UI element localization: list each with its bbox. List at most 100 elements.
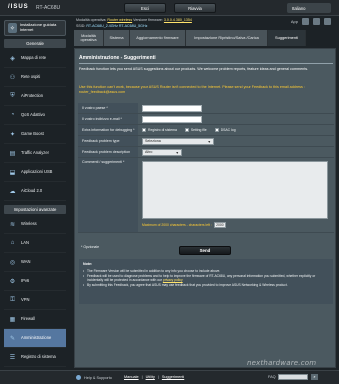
utility-link[interactable]: Utility: [146, 375, 155, 379]
sidebar-item-lan[interactable]: ⌂ LAN: [4, 234, 66, 253]
faq-label: FAQ: [268, 375, 276, 379]
help-icon: [76, 375, 81, 380]
tab-sistema[interactable]: Sistema: [104, 30, 130, 46]
aicloud-icon: ☁: [9, 188, 16, 195]
lan-icon: ⌂: [10, 240, 15, 246]
sidebar-item-game-boost[interactable]: ✦ Game Boost: [4, 125, 66, 144]
firewall-icon: ▦: [9, 316, 16, 323]
sidebar-item-guest-network[interactable]: ⚇ Rete ospiti: [4, 68, 66, 87]
tab-impostazione-ripristino-salva-carica[interactable]: Impostazione Ripristino/Salva /Carica: [186, 30, 268, 46]
sidebar-item-label: Applicazioni USB: [21, 168, 53, 174]
sidebar: ✧ Installazione guidata Internet General…: [0, 18, 69, 380]
send-button[interactable]: Send: [179, 246, 231, 255]
problem-desc-select[interactable]: Altro ▼: [142, 148, 182, 156]
manual-link[interactable]: Manuale: [124, 375, 139, 379]
language-selector[interactable]: Italiano: [287, 3, 331, 13]
reboot-button[interactable]: Riavvia: [174, 3, 216, 13]
debug-option-label: DSAC log: [220, 128, 236, 132]
sidebar-item-administration[interactable]: ✎ Amministrazione: [4, 329, 66, 348]
qos-icon: ◔: [10, 112, 15, 118]
ssid-label: SSID:: [76, 23, 86, 28]
chevron-down-icon: ▼: [207, 139, 211, 144]
sidebar-item-vpn[interactable]: ⚿ VPN: [4, 291, 66, 310]
sidebar-item-wireless[interactable]: ≋ Wireless: [4, 215, 66, 234]
sidebar-item-aicloud[interactable]: ☁ AiCloud 2.0: [4, 182, 66, 201]
page-description: Feedback function lets you send ASUS sug…: [79, 67, 309, 71]
ipv6-icon: ⚙: [9, 278, 16, 285]
debug-option-label: Registro di sistema: [148, 128, 177, 132]
title-divider: [79, 63, 333, 64]
search-icon[interactable]: ⌕: [311, 374, 318, 380]
type-row: Feedback problem type Seleziona ▼: [78, 136, 334, 147]
sidebar-item-label: Mappa di rete: [21, 54, 47, 60]
debug-option-checkbox[interactable]: Registro di sistema: [142, 128, 177, 132]
page-title: Amministrazione - Suggerimenti: [79, 55, 156, 61]
tab-aggiornamento-firmware[interactable]: Aggiornamento firmware: [130, 30, 186, 46]
sidebar-item-system-log[interactable]: ☰ Registro di sistema: [4, 348, 66, 367]
mode-label: Modalità operativa:: [76, 18, 107, 22]
sidebar-item-label: WAN: [21, 258, 31, 264]
guest-network-icon: ⚇: [9, 74, 16, 81]
firmware-link[interactable]: 3.0.0.4.380_1354: [164, 18, 192, 22]
sidebar-item-label: IPv6: [21, 277, 30, 283]
email-input[interactable]: [142, 115, 202, 123]
sidebar-item-label: Firewall: [21, 315, 36, 321]
sidebar-item-traffic-analyzer[interactable]: ▤ Traffic Analyzer: [4, 144, 66, 163]
sidebar-item-usb-app[interactable]: ⬓ Applicazioni USB: [4, 163, 66, 182]
system-log-icon: ☰: [9, 354, 16, 361]
note-item: By submitting this Feedback, you agree t…: [83, 283, 329, 288]
mode-link[interactable]: Router wireless: [107, 18, 132, 22]
checkbox-icon: [142, 128, 146, 132]
chevron-down-icon: ▼: [175, 150, 179, 155]
tab-modalit-operativa[interactable]: Modalità operativa: [74, 30, 104, 46]
max-note: Maximum of 2000 characters - characters …: [142, 223, 212, 227]
internet-status-icon[interactable]: [313, 18, 320, 25]
comments-label: Commenti / suggerimenti *: [78, 158, 138, 232]
logout-button[interactable]: Esci: [124, 3, 166, 13]
watermark: nexthardware.com: [247, 359, 317, 367]
optional-note: * Opzionale: [81, 245, 100, 249]
sidebar-item-label: Rete ospiti: [21, 73, 41, 79]
email-row: Il vostro indirizzo e-mail *: [78, 114, 334, 125]
note-item: Feedback will be used to diagnose proble…: [83, 274, 329, 283]
problem-type-select[interactable]: Seleziona ▼: [142, 137, 214, 145]
map-icon: ◈: [10, 55, 15, 62]
tips-link[interactable]: Suggerimenti: [162, 375, 184, 379]
sidebar-item-firewall[interactable]: ▦ Firewall: [4, 310, 66, 329]
sidebar-item-label: LAN: [21, 239, 29, 245]
game-boost-icon: ✦: [9, 131, 16, 138]
comments-textarea[interactable]: [142, 161, 328, 219]
aiprotection-icon: ⛨: [10, 92, 15, 99]
status-icons: App: [291, 18, 331, 25]
vpn-icon: ⚿: [10, 296, 15, 303]
ssid-values: RT-AC68U_2.4GHz RT-AC68U_5GHz: [86, 23, 148, 28]
sidebar-item-map[interactable]: ◈ Mappa di rete: [4, 49, 66, 68]
sidebar-item-qos[interactable]: ◔ QoS Adattivo: [4, 106, 66, 125]
main-panel: Amministrazione - Suggerimenti Feedback …: [74, 48, 336, 368]
usb-status-icon[interactable]: [302, 18, 309, 25]
wifi-status-icon[interactable]: [324, 18, 331, 25]
problem-type-value: Seleziona: [145, 139, 161, 143]
footer: Help & Supporto Manuale | Utility | Sugg…: [0, 370, 339, 384]
sidebar-item-wan[interactable]: ◎ WAN: [4, 253, 66, 272]
wireless-icon: ≋: [9, 221, 16, 228]
qis-label: Installazione guidata Internet: [19, 22, 57, 32]
checkbox-icon: [214, 128, 219, 132]
sidebar-item-label: Wireless: [21, 220, 37, 226]
faq-search-input[interactable]: [278, 374, 308, 380]
debug-option-checkbox[interactable]: Setting file: [184, 128, 207, 132]
tab-suggerimenti[interactable]: Suggerimenti: [268, 30, 306, 46]
note-box: Note: The Firmware Version will be submi…: [79, 259, 333, 304]
privacy-policy-link[interactable]: privacy policy: [163, 278, 183, 282]
qis-icon: ✧: [8, 23, 17, 33]
qis-button[interactable]: ✧ Installazione guidata Internet: [4, 20, 66, 36]
sidebar-item-label: AiProtection: [21, 92, 44, 98]
traffic-analyzer-icon: ▤: [9, 150, 16, 157]
sidebar-item-label: QoS Adattivo: [21, 111, 45, 117]
sidebar-item-aiprotection[interactable]: ⛨ AiProtection: [4, 87, 66, 106]
debug-option-checkbox[interactable]: DSAC log: [214, 128, 236, 132]
app-label[interactable]: App: [291, 19, 298, 24]
sidebar-item-ipv6[interactable]: ⚙ IPv6: [4, 272, 66, 291]
country-input[interactable]: [142, 104, 202, 112]
comments-row: Commenti / suggerimenti * Maximum of 200…: [78, 158, 334, 233]
